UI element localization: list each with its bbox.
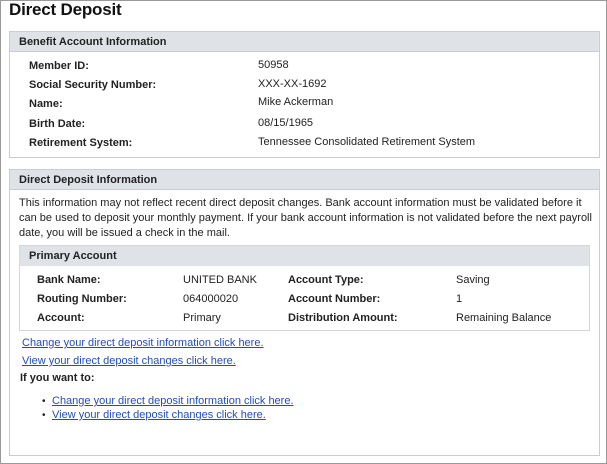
deposit-notice: This information may not reflect recent …: [19, 197, 592, 239]
bullet-change-deposit-link[interactable]: Change your direct deposit information c…: [52, 395, 294, 407]
birth-date-label: Birth Date:: [29, 118, 86, 130]
member-id-value: 50958: [258, 59, 289, 71]
account-number-value: 1: [456, 293, 463, 305]
retirement-system-value: Tennessee Consolidated Retirement System: [258, 136, 476, 148]
benefit-account-header: Benefit Account Information: [10, 32, 599, 52]
account-type-value: Saving: [456, 274, 490, 286]
if-you-want-label: If you want to:: [20, 372, 95, 384]
retirement-system-label: Retirement System:: [29, 137, 133, 149]
birth-date-value: 08/15/1965: [258, 117, 314, 129]
ssn-label: Social Security Number:: [29, 79, 157, 91]
routing-number-value: 064000020: [183, 293, 239, 305]
account-label: Account:: [37, 312, 85, 324]
change-deposit-link[interactable]: Change your direct deposit information c…: [22, 337, 264, 349]
distribution-amount-value: Remaining Balance: [456, 312, 552, 324]
bullet-icon: •: [42, 410, 46, 421]
account-type-label: Account Type:: [288, 274, 364, 286]
ssn-value: XXX-XX-1692: [258, 78, 327, 90]
bank-name-value: UNITED BANK: [183, 274, 257, 286]
routing-number-label: Routing Number:: [37, 293, 127, 305]
bullet-icon: •: [42, 396, 46, 407]
direct-deposit-header: Direct Deposit Information: [10, 170, 599, 190]
bank-name-label: Bank Name:: [37, 274, 101, 286]
view-changes-link[interactable]: View your direct deposit changes click h…: [22, 355, 236, 367]
account-value: Primary: [183, 312, 221, 324]
name-value: Mike Ackerman: [258, 96, 334, 108]
distribution-amount-label: Distribution Amount:: [288, 312, 398, 324]
member-id-label: Member ID:: [29, 60, 89, 72]
primary-account-header: Primary Account: [20, 246, 589, 266]
bullet-view-changes-link[interactable]: View your direct deposit changes click h…: [52, 409, 266, 421]
account-number-label: Account Number:: [288, 293, 381, 305]
name-label: Name:: [29, 98, 63, 110]
page-title: Direct Deposit: [9, 0, 122, 19]
